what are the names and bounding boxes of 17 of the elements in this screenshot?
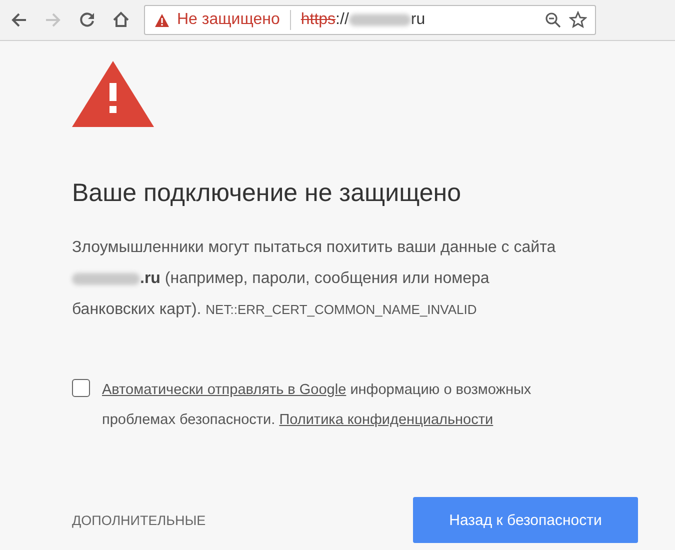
address-bar[interactable]: Не защищено https:// ru xyxy=(144,5,596,35)
report-link[interactable]: Автоматически отправлять в Google xyxy=(102,382,346,398)
page-heading: Ваше подключение не защищено xyxy=(72,179,462,208)
report-checkbox[interactable] xyxy=(72,379,90,397)
report-text: Автоматически отправлять в Google информацию о возможных проблемах безопасности. Политика конфиденциальности xyxy=(102,381,532,430)
warning-message: Злоумышленники могут пытаться похитить ваши данные с сайта .ru (например, пароли, сообщения или номера банковских карт). NET::ERR_CERT_COMMON_NAME_INVALID xyxy=(72,238,557,320)
reload-icon[interactable] xyxy=(78,11,96,29)
privacy-policy-link[interactable]: Политика конфиденциальности xyxy=(279,412,494,428)
warning-icon xyxy=(155,14,169,26)
back-icon[interactable] xyxy=(10,11,28,29)
advanced-button[interactable]: ДОПОЛНИТЕЛЬНЫЕ xyxy=(72,512,206,528)
zoom-out-icon[interactable] xyxy=(545,12,561,28)
address-text: https:// ru xyxy=(300,11,426,29)
star-icon[interactable] xyxy=(569,11,587,29)
home-icon[interactable] xyxy=(112,11,130,29)
security-label: Не защищено xyxy=(177,11,280,29)
warning-icon xyxy=(72,61,154,127)
